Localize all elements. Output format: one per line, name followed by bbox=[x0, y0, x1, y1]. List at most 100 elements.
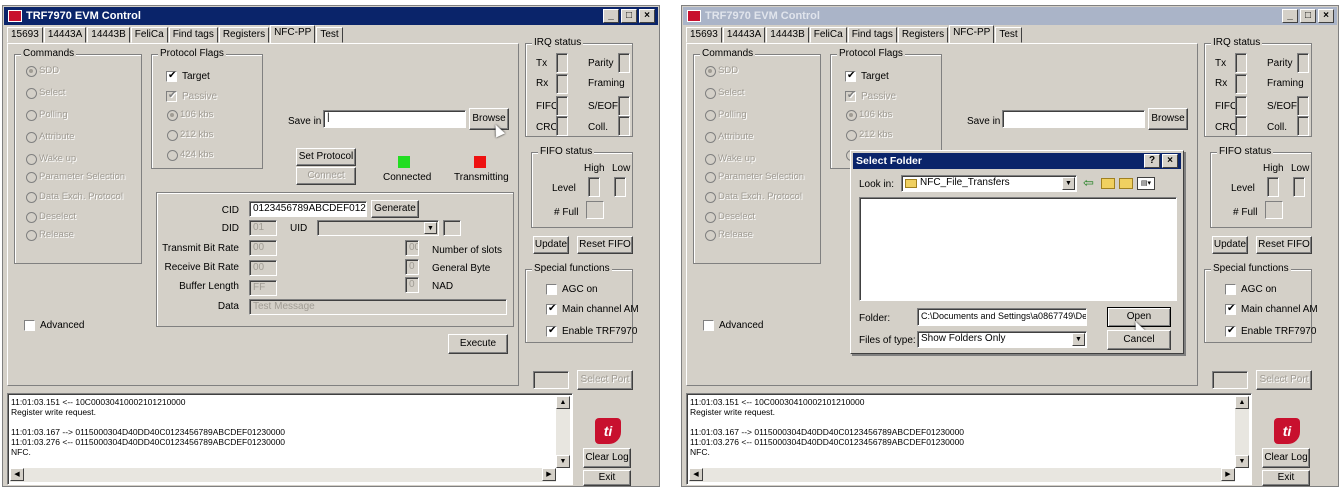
target-checkbox[interactable]: Target bbox=[166, 70, 210, 83]
scroll-left-icon[interactable]: ◀ bbox=[689, 468, 703, 481]
radio-deselect[interactable]: Deselect bbox=[704, 211, 755, 223]
dialog-help-button[interactable]: ? bbox=[1144, 154, 1160, 168]
update-button[interactable]: Update bbox=[533, 236, 569, 254]
radio-parameter-selection[interactable]: Parameter Selection bbox=[25, 171, 125, 183]
view-menu-icon[interactable]: ▤▾ bbox=[1137, 177, 1155, 190]
log-horizontal-scrollbar[interactable]: ◀ ▶ bbox=[689, 468, 1235, 482]
agc-on-checkbox[interactable]: AGC on bbox=[1225, 284, 1277, 296]
browse-button[interactable]: Browse bbox=[1148, 108, 1188, 130]
radio-212kbs[interactable]: 212 kbs bbox=[166, 129, 213, 141]
back-icon[interactable]: ⇦ bbox=[1083, 175, 1097, 191]
log-vertical-scrollbar[interactable]: ▲ ▼ bbox=[1235, 396, 1249, 468]
tab-15693[interactable]: 15693 bbox=[686, 27, 722, 43]
set-protocol-button[interactable]: Set Protocol bbox=[296, 148, 356, 166]
main-channel-am-checkbox[interactable]: Main channel AM bbox=[546, 303, 639, 316]
tab-test[interactable]: Test bbox=[995, 27, 1022, 43]
buffer-length-field[interactable]: FF bbox=[249, 280, 277, 296]
reset-fifo-button[interactable]: Reset FIFO bbox=[1256, 236, 1312, 254]
update-button[interactable]: Update bbox=[1212, 236, 1248, 254]
maximize-button[interactable]: □ bbox=[1300, 9, 1316, 23]
select-port-button[interactable]: Select Port bbox=[1256, 370, 1312, 390]
advanced-checkbox[interactable]: Advanced bbox=[24, 320, 84, 332]
radio-release[interactable]: Release bbox=[704, 229, 753, 241]
chevron-down-icon[interactable]: ▼ bbox=[1062, 177, 1075, 190]
enable-trf7970-checkbox[interactable]: Enable TRF7970 bbox=[546, 325, 637, 338]
cancel-button[interactable]: Cancel bbox=[1107, 330, 1171, 350]
passive-checkbox[interactable]: Passive bbox=[166, 90, 217, 103]
tab-test[interactable]: Test bbox=[316, 27, 343, 43]
folder-list[interactable] bbox=[859, 197, 1177, 301]
radio-polling[interactable]: Polling bbox=[25, 109, 68, 121]
radio-106kbs[interactable]: 106 kbs bbox=[166, 109, 213, 121]
passive-checkbox[interactable]: Passive bbox=[845, 90, 896, 103]
tab-registers[interactable]: Registers bbox=[218, 27, 270, 43]
connect-button[interactable]: Connect bbox=[296, 167, 356, 185]
maximize-button[interactable]: □ bbox=[621, 9, 637, 23]
advanced-checkbox[interactable]: Advanced bbox=[703, 320, 763, 332]
radio-wake-up[interactable]: Wake up bbox=[704, 153, 755, 165]
tab-14443a[interactable]: 14443A bbox=[722, 27, 766, 43]
tab-14443b[interactable]: 14443B bbox=[766, 27, 809, 43]
new-folder-icon[interactable] bbox=[1119, 178, 1133, 189]
log-horizontal-scrollbar[interactable]: ◀ ▶ bbox=[10, 468, 556, 482]
tab-14443b[interactable]: 14443B bbox=[87, 27, 130, 43]
data-field[interactable]: Test Message bbox=[249, 299, 507, 315]
tab-felica[interactable]: FeliCa bbox=[130, 27, 168, 43]
radio-sdd[interactable]: SDD bbox=[704, 65, 738, 77]
tab-felica[interactable]: FeliCa bbox=[809, 27, 847, 43]
general-byte-field[interactable]: 0 bbox=[405, 259, 419, 275]
clear-log-button[interactable]: Clear Log bbox=[1262, 448, 1310, 468]
port-field[interactable] bbox=[1212, 371, 1248, 389]
scroll-up-icon[interactable]: ▲ bbox=[1235, 396, 1249, 409]
nad-field[interactable]: 0 bbox=[405, 277, 419, 293]
chevron-down-icon[interactable]: ▼ bbox=[1072, 333, 1085, 346]
receive-bit-rate-field[interactable]: 00 bbox=[249, 260, 277, 276]
tab-find-tags[interactable]: Find tags bbox=[847, 27, 897, 43]
radio-select[interactable]: Select bbox=[704, 87, 744, 99]
execute-button[interactable]: Execute bbox=[448, 334, 508, 354]
exit-button[interactable]: Exit bbox=[583, 470, 631, 486]
browse-button[interactable]: Browse bbox=[469, 108, 509, 130]
minimize-button[interactable]: _ bbox=[1282, 9, 1298, 23]
port-field[interactable] bbox=[533, 371, 569, 389]
radio-wake-up[interactable]: Wake up bbox=[25, 153, 76, 165]
scroll-down-icon[interactable]: ▼ bbox=[556, 455, 570, 468]
radio-deselect[interactable]: Deselect bbox=[25, 211, 76, 223]
close-button[interactable]: × bbox=[639, 9, 655, 23]
radio-attribute[interactable]: Attribute bbox=[25, 131, 74, 143]
exit-button[interactable]: Exit bbox=[1262, 470, 1310, 486]
tab-15693[interactable]: 15693 bbox=[7, 27, 43, 43]
scroll-right-icon[interactable]: ▶ bbox=[542, 468, 556, 481]
scroll-up-icon[interactable]: ▲ bbox=[556, 396, 570, 409]
log-area[interactable]: 11:01:03.151 <-- 10C00030410002101210000… bbox=[7, 393, 573, 485]
radio-polling[interactable]: Polling bbox=[704, 109, 747, 121]
transmit-bit-rate-field[interactable]: 00 bbox=[249, 240, 277, 256]
radio-212kbs[interactable]: 212 kbs bbox=[845, 129, 892, 141]
folder-field[interactable]: C:\Documents and Settings\a0867749\Deskt… bbox=[917, 308, 1087, 326]
log-area[interactable]: 11:01:03.151 <-- 10C00030410002101210000… bbox=[686, 393, 1252, 485]
look-in-dropdown[interactable]: NFC_File_Transfers ▼ bbox=[901, 175, 1077, 192]
log-vertical-scrollbar[interactable]: ▲ ▼ bbox=[556, 396, 570, 468]
did-field[interactable]: 01 bbox=[249, 220, 277, 236]
select-port-button[interactable]: Select Port bbox=[577, 370, 633, 390]
radio-attribute[interactable]: Attribute bbox=[704, 131, 753, 143]
uid-dropdown[interactable]: ▼ bbox=[317, 220, 439, 236]
agc-on-checkbox[interactable]: AGC on bbox=[546, 284, 598, 296]
save-in-field[interactable] bbox=[1002, 110, 1145, 128]
dialog-close-button[interactable]: × bbox=[1162, 154, 1178, 168]
radio-parameter-selection[interactable]: Parameter Selection bbox=[704, 171, 804, 183]
number-of-slots-field[interactable]: 00 bbox=[405, 240, 419, 256]
scroll-left-icon[interactable]: ◀ bbox=[10, 468, 24, 481]
target-checkbox[interactable]: Target bbox=[845, 70, 889, 83]
tab-find-tags[interactable]: Find tags bbox=[168, 27, 218, 43]
main-channel-am-checkbox[interactable]: Main channel AM bbox=[1225, 303, 1318, 316]
generate-button[interactable]: Generate bbox=[371, 200, 419, 218]
tab-nfc-pp[interactable]: NFC-PP bbox=[949, 25, 995, 43]
minimize-button[interactable]: _ bbox=[603, 9, 619, 23]
clear-log-button[interactable]: Clear Log bbox=[583, 448, 631, 468]
enable-trf7970-checkbox[interactable]: Enable TRF7970 bbox=[1225, 325, 1316, 338]
cid-field[interactable]: 0123456789ABCDEF0123 bbox=[249, 201, 367, 217]
radio-data-exch-protocol[interactable]: Data Exch. Protocol bbox=[704, 191, 802, 203]
close-button[interactable]: × bbox=[1318, 9, 1334, 23]
radio-data-exch-protocol[interactable]: Data Exch. Protocol bbox=[25, 191, 123, 203]
